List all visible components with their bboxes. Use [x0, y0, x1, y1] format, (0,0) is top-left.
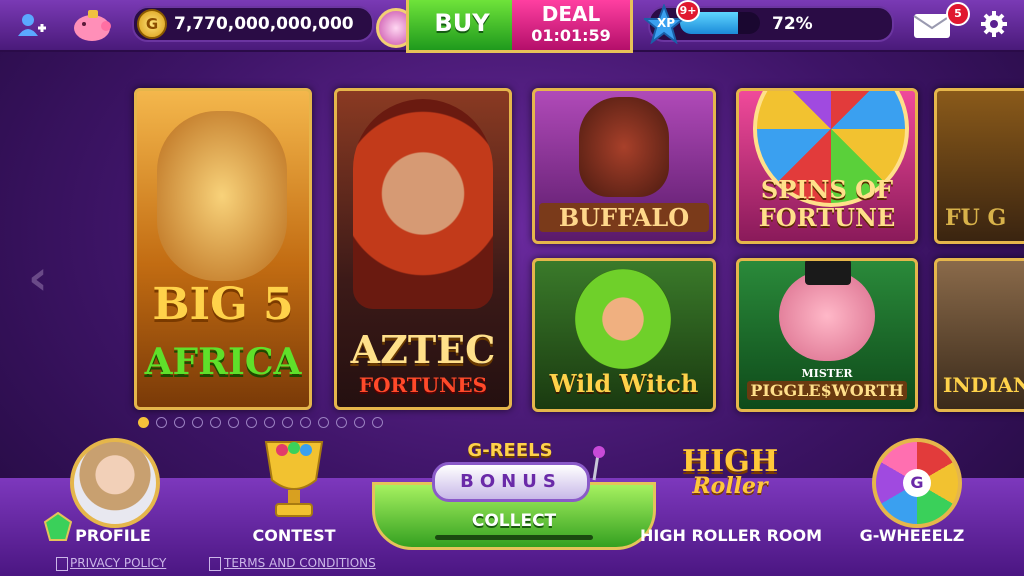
carousel-dot[interactable] [372, 417, 383, 428]
coin-amount: 7,770,000,000,000 [174, 14, 354, 34]
aztec-headdress-icon [353, 99, 493, 309]
game-title-line1: MISTER [801, 367, 853, 380]
deal-button[interactable]: DEAL 01:01:59 [512, 0, 633, 53]
carousel-dot[interactable] [264, 417, 275, 428]
collect-label: COLLECT [471, 511, 557, 531]
high-roller-logo[interactable]: HIGH Roller [672, 444, 788, 518]
trophy-icon[interactable] [252, 436, 336, 526]
top-bar: G 7,770,000,000,000 BUY DEAL 01:01:59 XP… [0, 0, 1024, 53]
carousel-dot[interactable] [210, 417, 221, 428]
carousel-dot[interactable] [246, 417, 257, 428]
high-roller-label[interactable]: HIGH ROLLER ROOM [640, 526, 822, 545]
mail-badge: 5 [946, 2, 970, 26]
greels-label: G-REELS [467, 440, 553, 461]
game-card-mister-pigglesworth[interactable]: MISTER PIGGLE$WORTH [736, 258, 918, 412]
game-title-line2: AFRICA [144, 341, 302, 383]
carousel-left-arrow[interactable]: ‹ [28, 250, 48, 306]
carousel-dot[interactable] [336, 417, 347, 428]
game-card-big5-africa[interactable]: BIG 5 AFRICA [134, 88, 312, 410]
g-wheel-icon[interactable]: G [872, 438, 962, 528]
game-title-line1: FU G [945, 205, 1007, 231]
game-card-indiana[interactable]: INDIANA [934, 258, 1024, 412]
game-title-line1: BUFFALO [539, 203, 709, 232]
game-title-line1: SPINS OF [760, 175, 894, 204]
carousel-dot[interactable] [228, 417, 239, 428]
game-card-aztec-fortunes[interactable]: AZTEC FORTUNES [334, 88, 512, 410]
terms-link[interactable]: TERMS AND CONDITIONS [224, 556, 376, 570]
xp-panel[interactable]: XP 9+ 72% [642, 0, 894, 45]
game-title-line1: AZTEC [350, 327, 496, 372]
gwheelz-label[interactable]: G-WHEEELZ [852, 526, 972, 545]
game-card-fu-g[interactable]: FU G [934, 88, 1024, 244]
gear-icon[interactable] [980, 10, 1008, 38]
deal-label: DEAL [541, 2, 601, 26]
carousel-dot[interactable] [300, 417, 311, 428]
game-title-line2: FORTUNES [358, 373, 488, 397]
game-card-buffalo[interactable]: BUFFALO [532, 88, 716, 244]
collect-progress [435, 535, 593, 540]
carousel-dot[interactable] [174, 417, 185, 428]
carousel-dot[interactable] [282, 417, 293, 428]
coin-balance[interactable]: G 7,770,000,000,000 [132, 6, 374, 42]
top-hat-icon [805, 261, 851, 285]
carousel-dot[interactable] [318, 417, 329, 428]
piggy-bank-icon[interactable] [70, 6, 114, 44]
witch-icon [575, 269, 671, 369]
xp-label: XP [657, 16, 676, 30]
contest-label[interactable]: CONTEST [240, 526, 348, 545]
deal-timer: 01:01:59 [531, 26, 611, 45]
game-title-line1: BIG 5 [152, 279, 294, 330]
xp-percent: 72% [772, 14, 813, 34]
carousel-dot[interactable] [354, 417, 365, 428]
bonus-reel[interactable]: BONUS [432, 462, 590, 502]
game-title-line1: Wild Witch [549, 369, 699, 398]
profile-label[interactable]: PROFILE [70, 526, 156, 545]
profile-avatar[interactable] [70, 438, 160, 528]
document-icon [209, 557, 221, 571]
privacy-policy-link[interactable]: PRIVACY POLICY [70, 556, 166, 570]
bonus-label: BONUS [460, 471, 562, 492]
add-friend-icon[interactable] [16, 10, 46, 40]
lion-icon [157, 111, 287, 281]
game-card-spins-of-fortune[interactable]: SPINS OF FORTUNE [736, 88, 918, 244]
game-title-line2: PIGGLE$WORTH [747, 381, 907, 400]
carousel-dot[interactable] [192, 417, 203, 428]
coin-icon: G [137, 9, 167, 39]
document-icon [56, 557, 68, 571]
game-card-wild-witch[interactable]: Wild Witch [532, 258, 716, 412]
buffalo-icon [579, 97, 669, 197]
slot-lever-icon [588, 444, 608, 484]
gem-icon [43, 511, 73, 542]
game-title-line1: INDIANA [943, 373, 1024, 397]
level-badge: 9+ [676, 0, 700, 22]
carousel-pagination [138, 413, 390, 432]
carousel-dot[interactable] [156, 417, 167, 428]
g-wheel-center: G [903, 469, 931, 497]
buy-button[interactable]: BUY [406, 0, 515, 53]
game-title-line2: FORTUNE [758, 203, 896, 232]
carousel-dot[interactable] [138, 417, 149, 428]
